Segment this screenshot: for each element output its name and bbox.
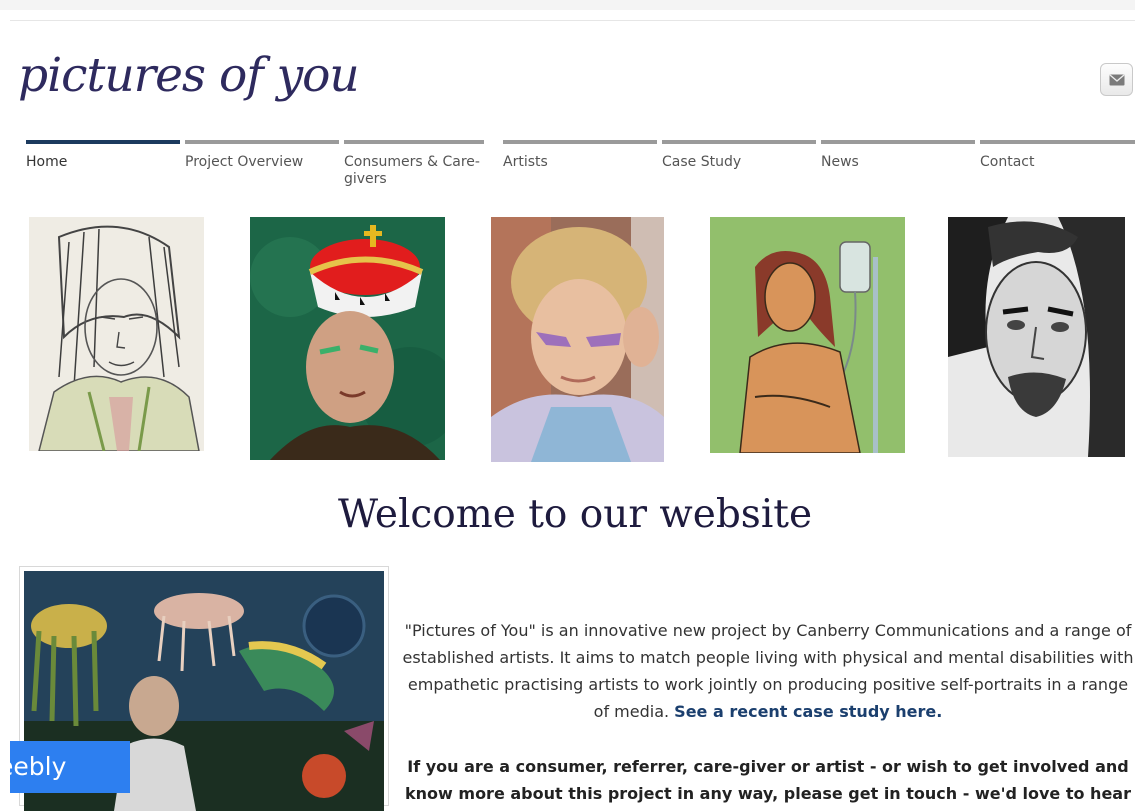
intro-paragraph: "Pictures of You" is an innovative new p…	[398, 617, 1135, 725]
top-strip	[0, 0, 1135, 10]
nav-project-overview[interactable]: Project Overview	[185, 140, 339, 171]
weebly-badge-label: eebly	[10, 752, 67, 781]
main-nav: Home Project Overview Consumers & Care-g…	[26, 140, 1135, 190]
envelope-icon	[1109, 74, 1125, 86]
site-logo[interactable]: pictures of you	[18, 48, 360, 103]
get-involved-paragraph: If you are a consumer, referrer, care-gi…	[405, 757, 1131, 803]
case-study-link[interactable]: See a recent case study here.	[674, 702, 942, 721]
weebly-badge[interactable]: eebly	[10, 741, 130, 793]
nav-news[interactable]: News	[821, 140, 975, 171]
portrait-sketch-dreadlocks[interactable]	[29, 217, 204, 451]
welcome-heading: Welcome to our website	[337, 492, 813, 537]
nav-consumers-care-givers[interactable]: Consumers & Care-givers	[344, 140, 484, 188]
portrait-charcoal-man[interactable]	[948, 217, 1125, 457]
portrait-painted-figure[interactable]	[710, 217, 905, 453]
nav-home[interactable]: Home	[26, 140, 180, 171]
nav-case-study[interactable]: Case Study	[662, 140, 816, 171]
email-button[interactable]	[1100, 63, 1133, 96]
header-divider	[10, 20, 1135, 21]
portrait-crowned-figure[interactable]	[250, 217, 445, 460]
nav-contact[interactable]: Contact	[980, 140, 1135, 171]
nav-artists[interactable]: Artists	[503, 140, 657, 171]
portrait-woman-photo[interactable]	[491, 217, 664, 462]
